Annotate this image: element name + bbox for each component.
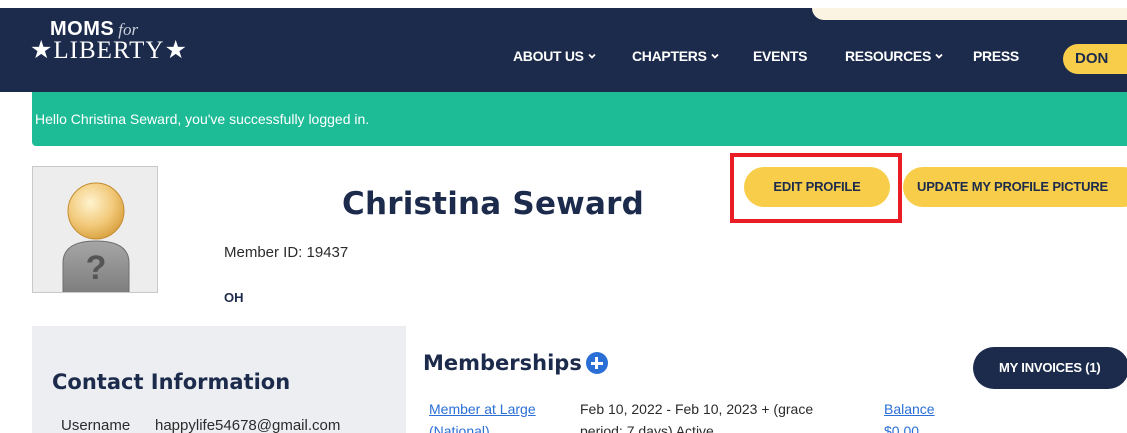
page: MOMS for ★LIBERTY★ ABOUT US CHAPTERS EVE… <box>0 0 1127 433</box>
nav-chapters[interactable]: CHAPTERS <box>632 48 720 64</box>
default-avatar-icon: ? <box>62 182 130 292</box>
member-name: Christina Seward <box>342 186 644 222</box>
membership-type-link[interactable]: Member at Large (National) <box>429 398 559 433</box>
balance-value: $0.00 <box>884 423 920 433</box>
donate-button[interactable]: DON <box>1063 44 1127 74</box>
nav-about-us[interactable]: ABOUT US <box>513 48 597 64</box>
membership-type-line2: (National) <box>429 423 490 433</box>
member-id: Member ID: 19437 <box>224 244 349 261</box>
highlight-annotation-box <box>730 153 902 223</box>
nav-press[interactable]: PRESS <box>973 48 1019 64</box>
username-value: happylife54678@gmail.com <box>155 417 341 433</box>
chevron-down-icon <box>935 53 943 59</box>
site-logo[interactable]: MOMS for ★LIBERTY★ <box>30 18 188 63</box>
membership-type-line1: Member at Large <box>429 401 536 417</box>
svg-text:?: ? <box>86 249 107 287</box>
membership-dates-line2: period: 7 days) Active <box>580 423 714 433</box>
nav-events-label: EVENTS <box>753 48 808 64</box>
membership-dates-line1: Feb 10, 2022 - Feb 10, 2023 + (grace <box>580 401 814 417</box>
nav-chapters-label: CHAPTERS <box>632 48 707 64</box>
contact-panel: Contact Information Username happylife54… <box>32 326 406 433</box>
chevron-down-icon <box>710 53 719 59</box>
membership-dates: Feb 10, 2022 - Feb 10, 2023 + (grace per… <box>580 398 860 433</box>
memberships-title: Memberships <box>423 351 608 375</box>
update-profile-picture-button[interactable]: UPDATE MY PROFILE PICTURE <box>903 167 1127 207</box>
membership-balance-link[interactable]: Balance $0.00 <box>884 398 935 433</box>
nav-events[interactable]: EVENTS <box>753 48 808 64</box>
nav-press-label: PRESS <box>973 48 1019 64</box>
my-invoices-button[interactable]: MY INVOICES (1) <box>973 347 1127 389</box>
nav-resources[interactable]: RESOURCES <box>845 48 944 64</box>
username-label: Username <box>61 417 131 433</box>
header-decoration <box>812 8 1127 20</box>
avatar[interactable]: ? <box>32 166 158 293</box>
nav-resources-label: RESOURCES <box>845 48 931 64</box>
member-state: OH <box>224 290 244 305</box>
add-membership-plus-icon[interactable] <box>585 352 608 374</box>
site-header: MOMS for ★LIBERTY★ ABOUT US CHAPTERS EVE… <box>0 8 1127 92</box>
balance-label: Balance <box>884 401 935 417</box>
logo-liberty-text: ★LIBERTY★ <box>30 37 188 64</box>
login-success-banner: Hello Christina Seward, you've successfu… <box>32 92 1127 146</box>
contact-title: Contact Information <box>52 370 291 394</box>
chevron-down-icon <box>588 53 596 59</box>
nav-about-us-label: ABOUT US <box>513 48 584 64</box>
memberships-title-text: Memberships <box>423 351 582 375</box>
